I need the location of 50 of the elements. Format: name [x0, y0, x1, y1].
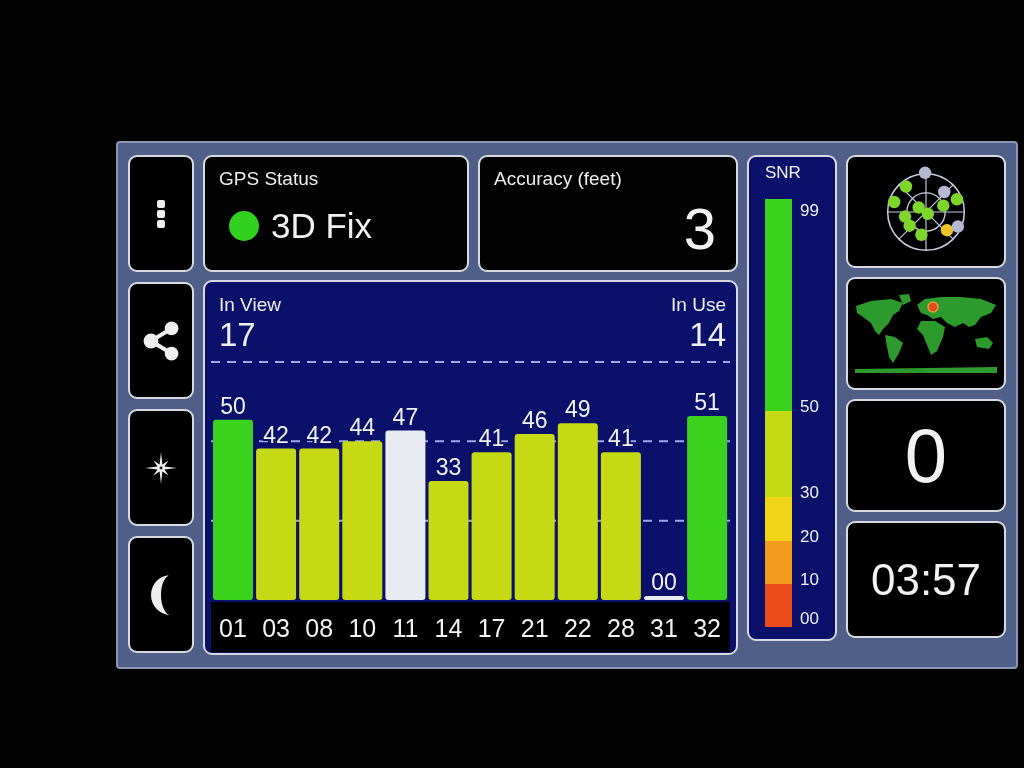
bar-value-label: 49	[565, 396, 591, 423]
snr-legend-title: SNR	[765, 163, 802, 183]
satellite-id-label: 22	[563, 614, 592, 642]
legend-label: 10	[800, 569, 819, 590]
gps-status-value: 3D Fix	[271, 206, 373, 246]
satellite-id-label: 14	[434, 614, 463, 642]
moon-button[interactable]	[128, 536, 194, 653]
satellite-id-label: 28	[607, 614, 635, 642]
satellite-id-label: 31	[650, 614, 678, 642]
bar-value-label: 50	[220, 392, 246, 419]
accuracy-value: 3	[683, 199, 716, 259]
in-use-label: In Use	[671, 294, 726, 316]
bar-value-label: 46	[521, 407, 548, 434]
satellite-id-label: 01	[219, 614, 247, 642]
sky-plot-button[interactable]	[846, 155, 1006, 268]
accuracy-label: Accuracy (feet)	[494, 168, 623, 190]
satellite-id-label: 21	[520, 614, 549, 642]
bar-value-label: 44	[349, 414, 376, 441]
legend-label: 50	[800, 396, 819, 417]
satellite-id-label: 10	[348, 614, 377, 642]
big-readout: 0	[846, 399, 1006, 512]
world-map-button[interactable]	[846, 277, 1006, 390]
gps-status-label: GPS Status	[219, 168, 320, 190]
in-view-label: In View	[219, 294, 281, 316]
satellite-id-label: 17	[477, 614, 506, 642]
time-readout: 03:57	[846, 521, 1006, 638]
in-view-count: 17	[219, 316, 257, 354]
menu-icon	[157, 199, 165, 228]
in-use-count: 14	[689, 316, 726, 354]
legend-label: 20	[800, 526, 819, 547]
satellite-id-label: 32	[693, 614, 721, 642]
legend-label: 30	[800, 483, 819, 504]
bar-value-label: 00	[651, 569, 677, 595]
bar-value-label: 42	[306, 421, 332, 448]
satellite-id-label: 03	[262, 614, 290, 642]
satellite-id-label: 11	[392, 614, 419, 642]
moon-icon	[151, 574, 171, 615]
bar-value-label: 42	[263, 421, 289, 448]
share-icon	[143, 320, 179, 361]
bar-value-label: 41	[478, 425, 505, 452]
satellite-id-label: 08	[305, 614, 334, 642]
legend-label: 99	[800, 201, 819, 221]
world-map-icon	[853, 292, 999, 375]
bar-value-label: 47	[392, 403, 419, 430]
star-button[interactable]	[128, 409, 194, 526]
bar-value-label: 51	[694, 389, 720, 416]
menu-button[interactable]	[128, 155, 194, 272]
share-button[interactable]	[128, 282, 194, 399]
legend-label: 00	[800, 609, 819, 629]
bar-value-label: 33	[435, 454, 462, 480]
